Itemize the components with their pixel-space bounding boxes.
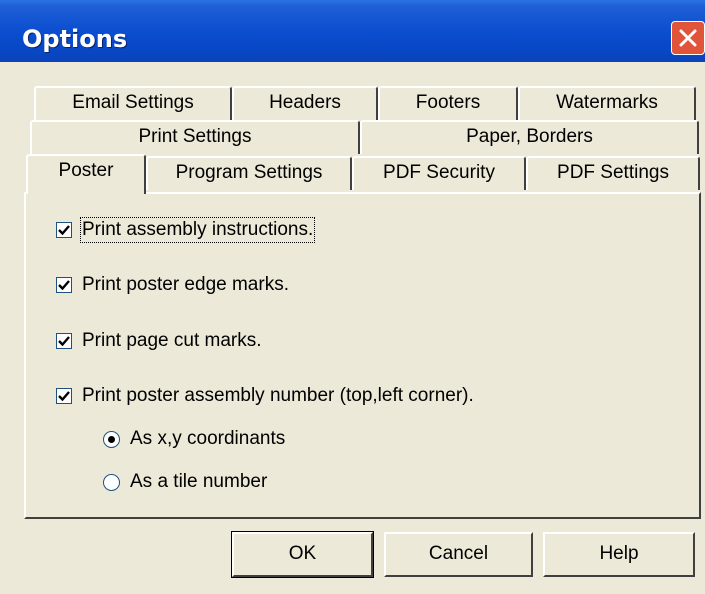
tab-program-settings[interactable]: Program Settings <box>146 156 352 190</box>
tile-number-radio[interactable] <box>103 473 120 491</box>
tab-pdf-settings[interactable]: PDF Settings <box>526 156 700 190</box>
tab-headers[interactable]: Headers <box>232 86 378 120</box>
tile-number-label: As a tile number <box>130 471 268 492</box>
checkmark-icon <box>58 336 70 347</box>
assembly-instructions-label: Print assembly instructions. <box>79 217 316 243</box>
radio-selected-dot <box>108 435 115 443</box>
ok-button[interactable]: OK <box>231 531 374 578</box>
options-dialog: Options Email Settings Headers Footers W… <box>0 0 705 594</box>
option-assembly-instructions[interactable]: Print assembly instructions. <box>56 217 316 243</box>
help-button[interactable]: Help <box>543 532 695 577</box>
tab-email-settings[interactable]: Email Settings <box>34 86 232 120</box>
assembly-number-checkbox[interactable] <box>56 388 72 404</box>
option-edge-marks[interactable]: Print poster edge marks. <box>56 272 289 298</box>
edge-marks-label: Print poster edge marks. <box>82 274 289 295</box>
checkmark-icon <box>58 280 70 291</box>
assembly-number-label: Print poster assembly number (top,left c… <box>82 385 474 406</box>
xy-coordinates-label: As x,y coordinants <box>130 428 286 449</box>
cut-marks-label: Print page cut marks. <box>82 330 262 351</box>
cancel-button[interactable]: Cancel <box>384 532 533 577</box>
window-title: Options <box>22 25 128 53</box>
tab-pdf-security[interactable]: PDF Security <box>352 156 526 190</box>
tab-print-settings[interactable]: Print Settings <box>30 120 360 154</box>
radio-option-tile-number[interactable]: As a tile number <box>103 469 267 495</box>
checkmark-icon <box>58 225 70 236</box>
tab-footers[interactable]: Footers <box>378 86 518 120</box>
tab-poster[interactable]: Poster <box>26 154 146 194</box>
option-cut-marks[interactable]: Print page cut marks. <box>56 328 262 354</box>
tab-watermarks[interactable]: Watermarks <box>518 86 696 120</box>
option-assembly-number[interactable]: Print poster assembly number (top,left c… <box>56 383 474 409</box>
title-bar[interactable]: Options <box>0 0 705 62</box>
close-icon <box>679 29 697 47</box>
checkmark-icon <box>58 391 70 402</box>
close-button[interactable] <box>671 21 705 55</box>
edge-marks-checkbox[interactable] <box>56 277 72 293</box>
assembly-instructions-checkbox[interactable] <box>56 222 72 238</box>
radio-option-xy-coordinates[interactable]: As x,y coordinants <box>103 426 285 452</box>
cut-marks-checkbox[interactable] <box>56 333 72 349</box>
xy-coordinates-radio[interactable] <box>103 430 120 448</box>
tab-paper-borders[interactable]: Paper, Borders <box>360 120 699 154</box>
